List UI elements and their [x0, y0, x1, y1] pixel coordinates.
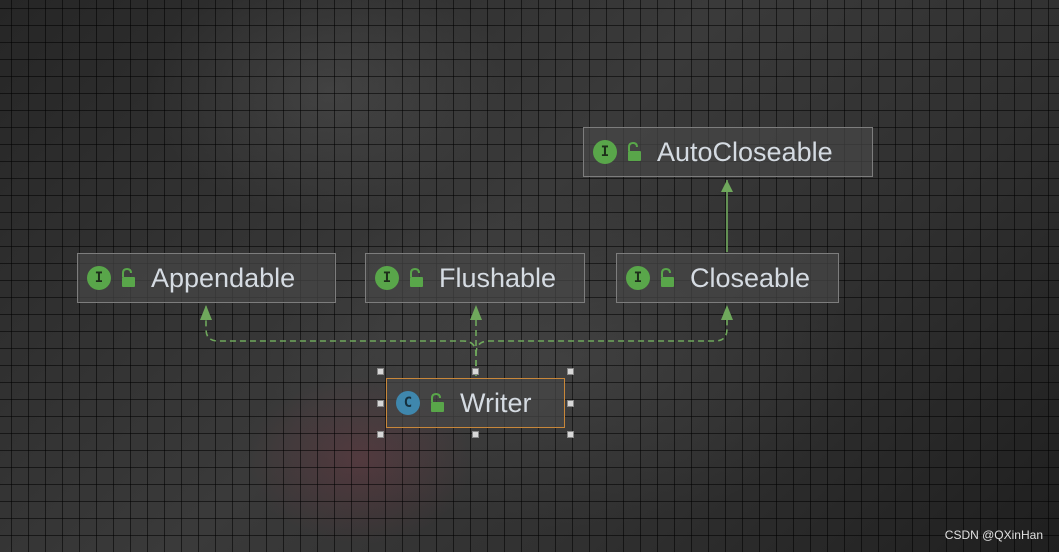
resize-handle-top-right[interactable] [567, 368, 574, 375]
diagram-canvas[interactable]: I AutoCloseable I Appendable I Flushable… [0, 0, 1059, 552]
node-autocloseable[interactable]: I AutoCloseable [583, 127, 873, 177]
node-label: Writer [460, 387, 532, 418]
edge-writer-appendable [205, 306, 477, 376]
resize-handle-bottom-left[interactable] [377, 431, 384, 438]
node-appendable[interactable]: I Appendable [77, 253, 336, 303]
unlocked-public-icon [661, 268, 674, 287]
node-flushable[interactable]: I Flushable [365, 253, 585, 303]
resize-handle-top-left[interactable] [377, 368, 384, 375]
resize-handle-top[interactable] [472, 368, 479, 375]
unlocked-public-icon [431, 393, 444, 412]
watermark: CSDN @QXinHan [944, 528, 1043, 542]
node-label: Appendable [151, 262, 296, 293]
node-label: AutoCloseable [657, 136, 833, 167]
node-label: Flushable [439, 262, 557, 293]
class-icon: C [396, 391, 420, 415]
edge-writer-closeable [475, 306, 728, 355]
interface-icon: I [593, 140, 617, 164]
interface-icon: I [87, 266, 111, 290]
interface-icon: I [375, 266, 399, 290]
interface-icon: I [626, 266, 650, 290]
node-writer[interactable]: C Writer [386, 378, 565, 428]
unlocked-public-icon [628, 142, 641, 161]
resize-handle-left[interactable] [377, 400, 384, 407]
resize-handle-bottom-right[interactable] [567, 431, 574, 438]
resize-handle-bottom[interactable] [472, 431, 479, 438]
resize-handle-right[interactable] [567, 400, 574, 407]
unlocked-public-icon [410, 268, 423, 287]
unlocked-public-icon [122, 268, 135, 287]
node-label: Closeable [690, 262, 811, 293]
node-closeable[interactable]: I Closeable [616, 253, 839, 303]
